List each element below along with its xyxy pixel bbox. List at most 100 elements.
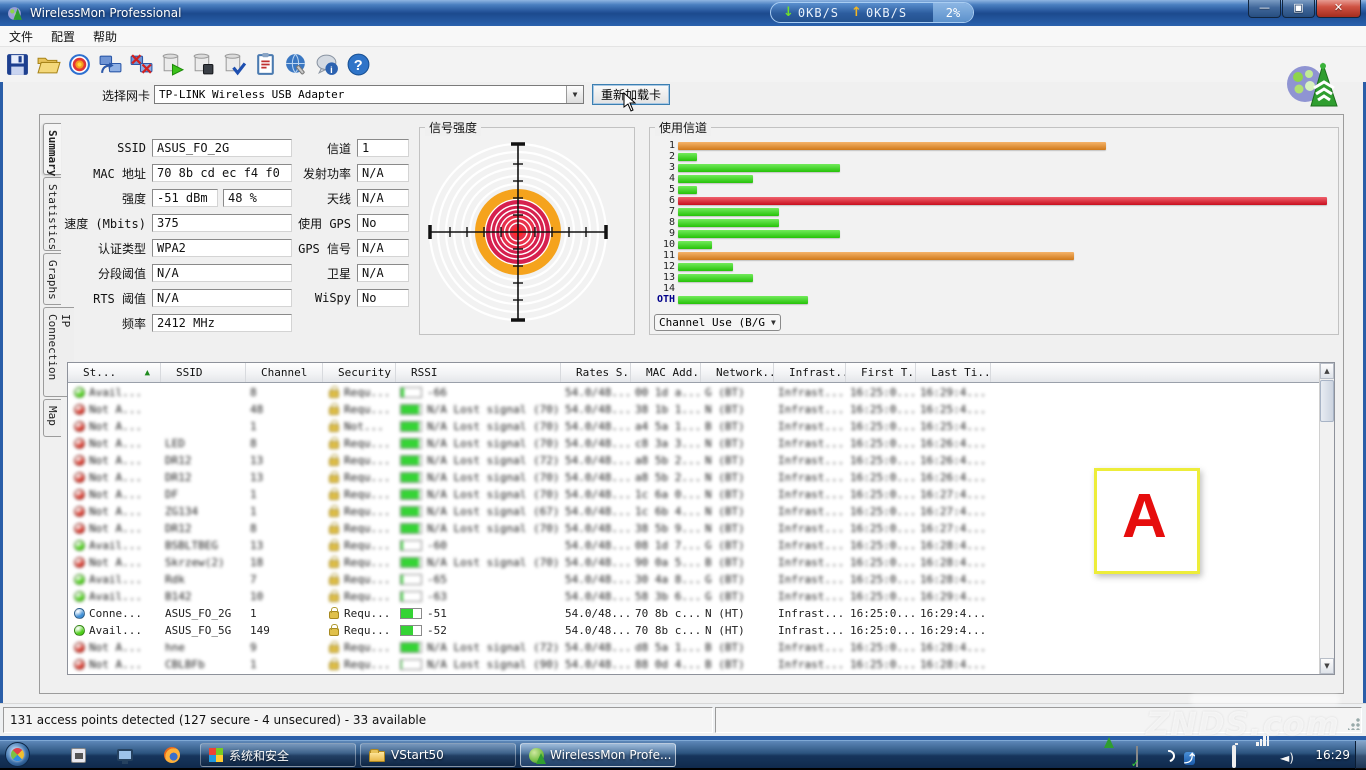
table-header: St...▲SSIDChannelSecurityRSSIRates S...M… — [68, 363, 1319, 383]
channel-bar — [678, 263, 733, 271]
cell: 7 — [246, 573, 323, 586]
cell: 16:25:0... — [846, 573, 916, 586]
column-header-firstt[interactable]: First T... — [846, 363, 916, 382]
maximize-button[interactable]: ▣ — [1282, 0, 1315, 18]
minimize-button[interactable]: — — [1248, 0, 1281, 18]
column-header-lastti[interactable]: Last Ti... — [916, 363, 991, 382]
lock-icon — [329, 441, 339, 449]
start-button[interactable] — [5, 742, 30, 767]
chevron-down-icon[interactable]: ▼ — [771, 318, 776, 327]
cell: Requ... — [323, 658, 396, 671]
cell: N (BT) — [701, 522, 774, 535]
menu-item-帮助[interactable]: 帮助 — [84, 26, 126, 47]
close-button[interactable]: ✕ — [1316, 0, 1361, 18]
lock-icon — [329, 543, 339, 551]
scroll-down-icon[interactable]: ▼ — [1320, 658, 1334, 674]
network-signal-icon[interactable] — [1256, 747, 1272, 763]
table-row[interactable]: Not A...1Not...N/A Lost signal (70)54.0/… — [68, 418, 1319, 435]
channel-row: 14 — [652, 283, 1336, 294]
system-tray: ⤴ ◄) — [1104, 741, 1296, 769]
table-row[interactable]: Not A...48Requ...N/A Lost signal (70)54.… — [68, 401, 1319, 418]
battery-icon[interactable] — [1232, 747, 1248, 763]
taskbar-button-wirelessmon[interactable]: WirelessMon Profe... — [520, 743, 676, 767]
menu-item-文件[interactable]: 文件 — [0, 26, 42, 47]
show-desktop-button[interactable] — [1355, 741, 1366, 769]
column-header-ssid[interactable]: SSID — [161, 363, 246, 382]
security-shield-icon[interactable] — [1208, 747, 1224, 763]
volume-icon[interactable]: ◄) — [1280, 747, 1296, 763]
open-folder-icon[interactable] — [35, 51, 62, 78]
column-header-security[interactable]: Security — [323, 363, 396, 382]
column-header-macadd[interactable]: MAC Add... — [631, 363, 701, 382]
column-header-ratess[interactable]: Rates S... — [561, 363, 631, 382]
cell: 16:25:0... — [846, 437, 916, 450]
table-row[interactable]: Not A...CBLBFb1Requ...N/A Lost signal (9… — [68, 656, 1319, 673]
card-reload-icon[interactable] — [97, 51, 124, 78]
taskbar-clock[interactable]: 16:29 — [1315, 741, 1350, 769]
cell: 38 5b 9... — [631, 522, 701, 535]
cell: 16:25:0... — [846, 488, 916, 501]
sync-icon[interactable]: ⤴ — [1184, 747, 1200, 763]
cell: 54.0/48... — [561, 505, 631, 518]
target-icon[interactable] — [66, 51, 93, 78]
taskbar-button-folder[interactable]: VStart50 — [360, 743, 516, 767]
vertical-scrollbar[interactable]: ▲ ▼ — [1319, 363, 1334, 674]
cell: Requ... — [323, 641, 396, 654]
resize-grip[interactable] — [1348, 718, 1360, 730]
channel-usage-title: 使用信道 — [655, 119, 711, 136]
menu-item-配置[interactable]: 配置 — [42, 26, 84, 47]
wirelessmon-window: WirelessMon Professional ↓ 0KB/S ↑ 0KB/S… — [0, 0, 1366, 740]
cell: Requ... — [323, 488, 396, 501]
report-icon[interactable] — [252, 51, 279, 78]
antivirus-icon[interactable] — [1160, 747, 1176, 763]
channel-label: 7 — [652, 206, 678, 217]
cell: ZG134 — [161, 505, 246, 518]
cell: Not A... — [68, 641, 161, 654]
cell: N/A Lost signal (72) — [396, 454, 561, 467]
log-start-icon[interactable] — [159, 51, 186, 78]
windows-logo-icon — [8, 745, 26, 763]
wirelessmon-tray-icon[interactable] — [1112, 747, 1128, 763]
control-panel-icon — [209, 748, 223, 762]
cell: 70 8b c... — [631, 624, 701, 637]
save-icon[interactable] — [4, 51, 31, 78]
update-check-icon[interactable] — [1136, 747, 1152, 763]
cell: 58 3b 6... — [631, 590, 701, 603]
table-row[interactable]: Conne...ASUS_FO_2G1Requ...-5154.0/48...7… — [68, 605, 1319, 622]
column-header-infrast[interactable]: Infrast... — [774, 363, 846, 382]
card-disable-icon[interactable] — [128, 51, 155, 78]
adapter-select[interactable]: TP-LINK Wireless USB Adapter ▼ — [154, 85, 584, 104]
scrollbar-thumb[interactable] — [1320, 380, 1334, 422]
channel-bars: 1234567891011121314OTH — [652, 140, 1336, 305]
folder-icon — [369, 751, 385, 762]
tab-map[interactable]: Map — [43, 399, 61, 437]
table-row[interactable]: Avail...B14210Requ...-6354.0/48...58 3b … — [68, 588, 1319, 605]
cell: Not A... — [68, 471, 161, 484]
table-row[interactable]: Not A...DR1213Requ...N/A Lost signal (72… — [68, 452, 1319, 469]
column-header-rssi[interactable]: RSSI — [396, 363, 561, 382]
firefox-icon[interactable] — [162, 745, 182, 765]
log-stop-icon[interactable] — [190, 51, 217, 78]
column-header-channel[interactable]: Channel — [246, 363, 323, 382]
chevron-down-icon[interactable]: ▼ — [566, 86, 583, 103]
field-value: No — [357, 289, 409, 307]
column-header-st[interactable]: St...▲ — [68, 363, 161, 382]
table-row[interactable]: Not A...hne9Requ...N/A Lost signal (72)5… — [68, 639, 1319, 656]
media-app-icon[interactable] — [68, 745, 88, 765]
lock-icon — [329, 407, 339, 415]
column-header-network[interactable]: Network... — [701, 363, 774, 382]
channel-use-select[interactable]: Channel Use (B/G ▼ — [654, 314, 781, 331]
table-row[interactable]: Avail...8Requ...-6654.0/48...00 1d a...G… — [68, 384, 1319, 401]
taskbar-button-control-panel[interactable]: 系统和安全 — [200, 743, 356, 767]
computer-icon[interactable] — [115, 745, 135, 765]
cell: Requ... — [323, 573, 396, 586]
channel-row: 1 — [652, 140, 1336, 151]
table-row[interactable]: Not A...LED8Requ...N/A Lost signal (70)5… — [68, 435, 1319, 452]
web-edit-icon[interactable] — [283, 51, 310, 78]
log-verify-icon[interactable] — [221, 51, 248, 78]
table-row[interactable]: Avail...ASUS_FO_5G149Requ...-5254.0/48..… — [68, 622, 1319, 639]
help-icon[interactable]: ? — [345, 51, 372, 78]
wirelessmon-logo — [1283, 62, 1341, 108]
web-info-icon[interactable]: i — [314, 51, 341, 78]
scroll-up-icon[interactable]: ▲ — [1320, 363, 1334, 379]
